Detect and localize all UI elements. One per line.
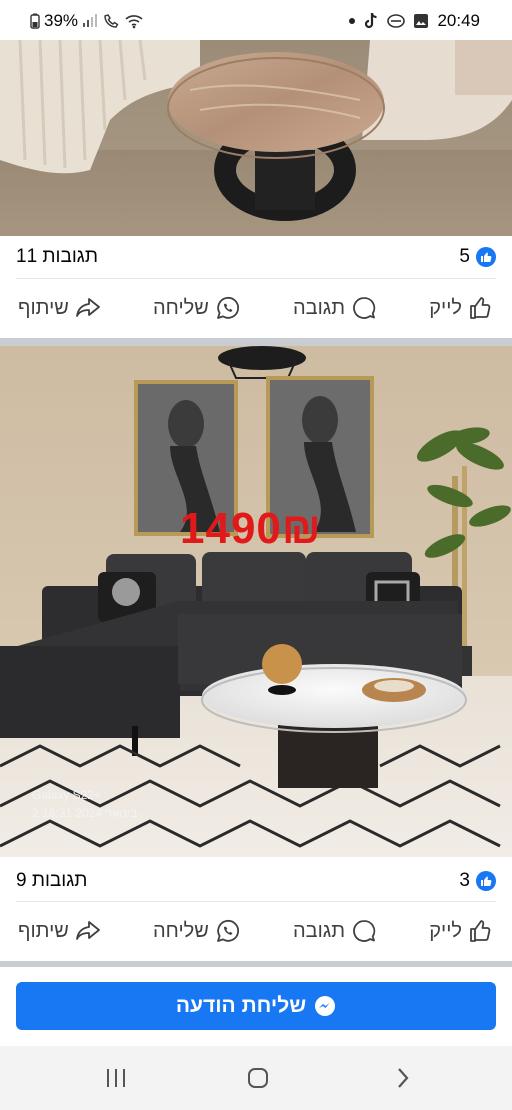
post1-reactions[interactable]: 5	[459, 246, 496, 268]
home-icon	[248, 1068, 268, 1088]
system-nav-bar	[0, 1046, 512, 1110]
camera-model: Galaxy S22+	[32, 788, 102, 802]
wifi-call-icon	[104, 14, 119, 28]
post-image-sofa[interactable]: 1490₪ Galaxy S22+ 2 בינואר 2024 16:31	[0, 346, 512, 857]
post1-actions: שיתוף שליחה תגובה לייק	[0, 280, 512, 336]
like-badge-icon	[476, 247, 496, 267]
gallery-icon	[414, 14, 429, 28]
battery-percent: 39%	[44, 11, 79, 30]
post2-reactions[interactable]: 3	[459, 870, 496, 892]
post1-stats: 11 תגובות 5	[0, 236, 512, 278]
notification-dot-icon	[349, 18, 356, 24]
status-bar: 39% 20:49	[0, 0, 512, 40]
post1-comments-count[interactable]: 11 תגובות	[16, 246, 98, 268]
send-label: שליחה	[153, 296, 209, 319]
send-button[interactable]: שליחה	[153, 918, 241, 944]
photo-date: 2 בינואר 2024 16:31	[32, 806, 138, 820]
comment-label: תגובה	[292, 919, 346, 942]
comment-icon	[353, 297, 376, 319]
whatsapp-icon	[216, 296, 239, 319]
tiktok-icon	[365, 12, 378, 29]
recent-apps-icon	[107, 1069, 125, 1087]
status-right: 20:49	[349, 11, 480, 31]
back-button[interactable]	[382, 1062, 422, 1094]
sofa-photo	[0, 346, 512, 857]
post2-actions: שיתוף שליחה תגובה לייק	[0, 903, 512, 959]
recent-apps-button[interactable]	[96, 1062, 136, 1094]
send-message-button[interactable]: שליחת הודעה	[16, 982, 496, 1030]
price-label: 1490₪	[180, 504, 322, 553]
post2-comments-count[interactable]: 9 תגובות	[16, 870, 87, 892]
share-icon	[75, 298, 100, 317]
like-badge-icon	[476, 871, 496, 891]
post2-stats: 9 תגובות 3	[0, 860, 512, 902]
home-button[interactable]	[238, 1062, 278, 1094]
wifi-icon	[125, 15, 143, 29]
post1-likes-count: 5	[459, 246, 470, 267]
like-icon	[470, 920, 491, 942]
post-separator	[0, 338, 512, 346]
post2-likes-count: 3	[459, 870, 470, 891]
divider	[16, 901, 496, 902]
back-icon	[398, 1068, 409, 1088]
battery-icon	[30, 13, 40, 29]
share-label: שיתוף	[18, 919, 69, 942]
divider	[16, 278, 496, 279]
comment-button[interactable]: תגובה	[293, 295, 377, 321]
comment-icon	[353, 920, 376, 942]
clock: 20:49	[437, 11, 480, 30]
share-button[interactable]: שיתוף	[18, 920, 101, 943]
like-button[interactable]: לייק	[429, 295, 494, 321]
signal-icon	[83, 14, 98, 27]
whatsapp-icon	[216, 919, 239, 942]
comment-label: תגובה	[292, 296, 346, 319]
comment-button[interactable]: תגובה	[293, 918, 377, 944]
send-label: שליחה	[153, 919, 209, 942]
status-left: 39%	[30, 11, 144, 31]
like-label: לייק	[429, 296, 462, 319]
messenger-icon	[315, 996, 336, 1016]
like-label: לייק	[429, 919, 462, 942]
send-button[interactable]: שליחה	[153, 295, 241, 321]
like-icon	[470, 297, 491, 319]
like-button[interactable]: לייק	[429, 918, 494, 944]
post-separator	[0, 961, 512, 967]
marble-table-photo	[0, 40, 512, 236]
share-label: שיתוף	[18, 296, 69, 319]
share-icon	[75, 921, 100, 940]
send-message-label: שליחת הודעה	[175, 994, 307, 1017]
share-button[interactable]: שיתוף	[18, 297, 101, 320]
post-image-marble-table[interactable]	[0, 40, 512, 236]
camera-watermark: Galaxy S22+ 2 בינואר 2024 16:31	[32, 786, 137, 822]
app-notification-icon	[387, 14, 406, 28]
